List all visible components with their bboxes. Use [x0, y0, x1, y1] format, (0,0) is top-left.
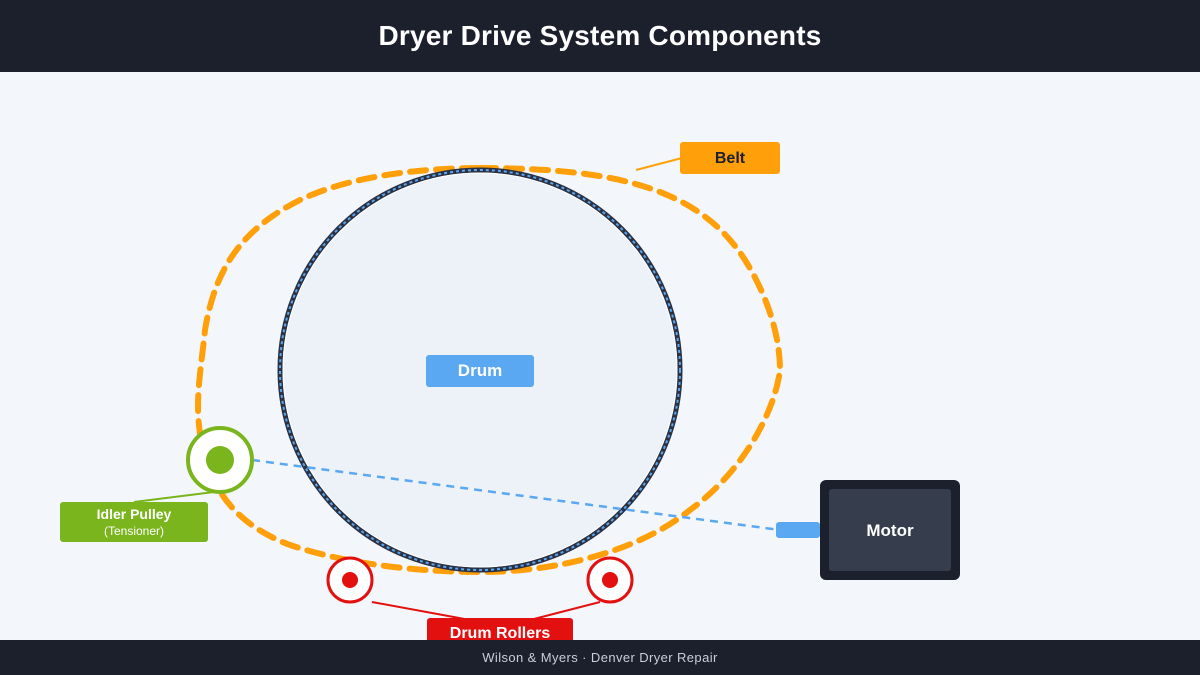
footer-credit: Wilson & Myers · Denver Dryer Repair	[0, 640, 1200, 675]
drum-roller-left-hub	[342, 572, 358, 588]
belt-leader-line	[635, 157, 683, 171]
belt-label: Belt	[715, 150, 746, 167]
idler-label: Idler Pulley	[97, 506, 172, 522]
rollers-label: Drum Rollers	[450, 625, 551, 640]
motor-pulley	[776, 522, 820, 538]
motor-label: Motor	[866, 521, 914, 540]
idler-sublabel: (Tensioner)	[104, 524, 164, 538]
drum-label: Drum	[458, 361, 502, 380]
roller-leader-right	[529, 601, 601, 621]
idler-leader-line	[133, 491, 215, 503]
drive-diagram: Drum Belt Motor Idler Pulley (Tensioner)…	[60, 142, 960, 640]
drum-roller-right-hub	[602, 572, 618, 588]
roller-leader-left	[371, 601, 471, 621]
idler-pulley-hub	[206, 446, 234, 474]
